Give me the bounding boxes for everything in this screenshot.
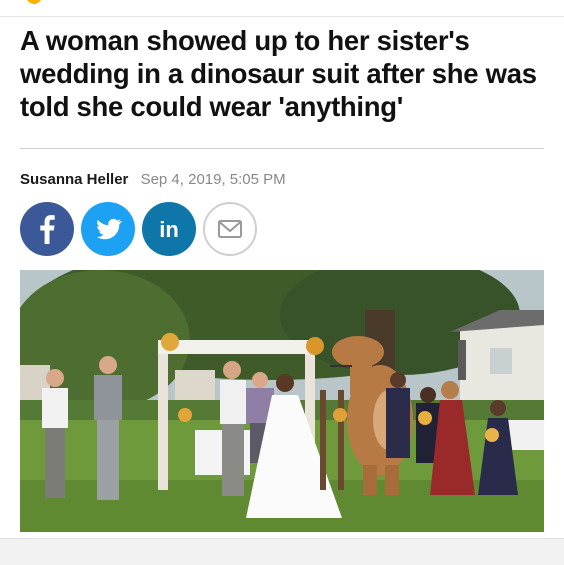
groomsman: [94, 356, 122, 500]
share-email-button[interactable]: [203, 202, 257, 256]
author-name[interactable]: Susanna Heller: [20, 171, 128, 188]
facebook-icon: [40, 215, 55, 244]
publish-date: Sep 4, 2019, 5:05 PM: [140, 171, 286, 188]
article-photo[interactable]: [20, 270, 544, 532]
share-facebook-button[interactable]: [20, 202, 74, 256]
logo-fragment: [26, 0, 42, 4]
twitter-icon: [97, 218, 122, 240]
divider: [20, 148, 544, 149]
byline: Susanna Heller Sep 4, 2019, 5:05 PM: [20, 171, 286, 188]
groom: [220, 361, 246, 496]
email-icon: [218, 220, 242, 238]
linkedin-icon: in: [159, 217, 179, 242]
share-twitter-button[interactable]: [81, 202, 135, 256]
wedding-photo-illustration: [20, 270, 544, 532]
svg-text:in: in: [159, 217, 179, 242]
groomsman: [42, 369, 68, 498]
top-strip: [0, 0, 564, 17]
bottom-strip: [0, 538, 564, 565]
article-headline: A woman showed up to her sister's weddin…: [20, 25, 537, 122]
share-linkedin-button[interactable]: in: [142, 202, 196, 256]
